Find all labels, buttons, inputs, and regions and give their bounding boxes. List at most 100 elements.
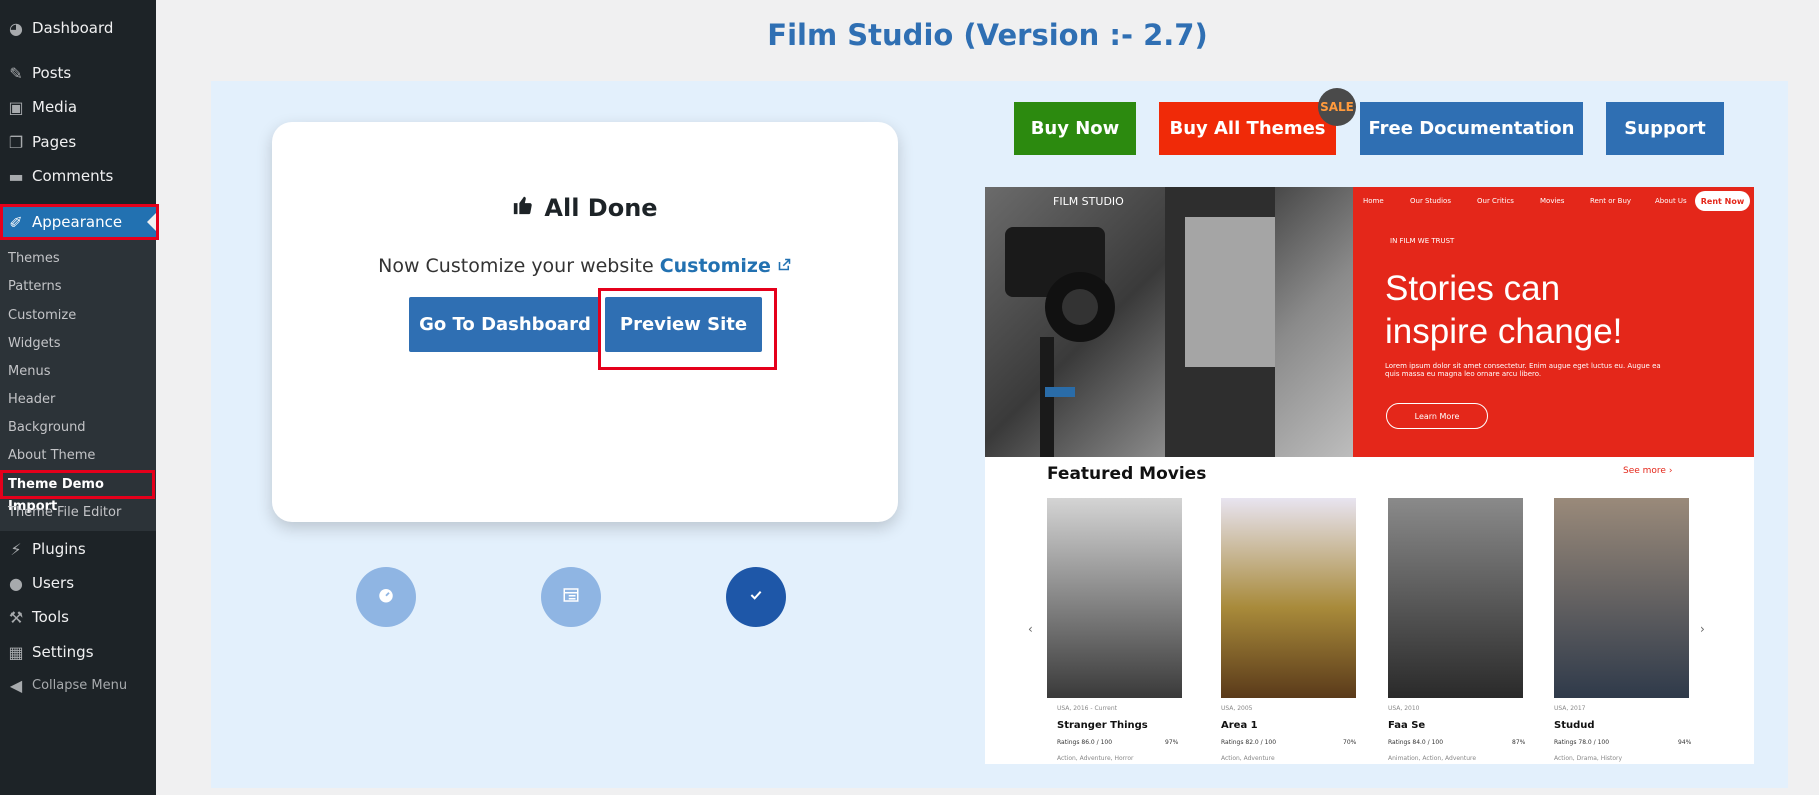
sidebar-item-posts[interactable]: ✎ Posts <box>0 56 156 90</box>
submenu-item-customize[interactable]: Customize <box>8 305 76 327</box>
free-documentation-button[interactable]: Free Documentation <box>1360 102 1583 155</box>
movie-title: Studud <box>1554 720 1595 731</box>
sidebar-item-settings[interactable]: ▦ Settings <box>0 635 156 669</box>
checkmark-icon <box>748 587 764 607</box>
submenu-item-header[interactable]: Header <box>8 389 55 411</box>
hero-camera-photo <box>985 187 1353 457</box>
sidebar-item-dashboard[interactable]: ◕ Dashboard <box>0 11 156 45</box>
movie-meta: USA, 2005 <box>1221 705 1253 712</box>
buy-all-themes-button[interactable]: Buy All Themes <box>1159 102 1336 155</box>
sidebar-item-label: Posts <box>32 64 72 82</box>
go-to-dashboard-button[interactable]: Go To Dashboard <box>409 297 601 352</box>
sale-badge: SALE <box>1318 88 1356 126</box>
submenu-item-themes[interactable]: Themes <box>8 248 60 270</box>
preview-brand: FILM STUDIO <box>1053 195 1124 208</box>
sidebar-item-comments[interactable]: ▬ Comments <box>0 159 156 193</box>
preview-learn-more: Learn More <box>1386 403 1488 429</box>
submenu-item-menus[interactable]: Menus <box>8 361 50 383</box>
layout-icon <box>562 586 580 608</box>
sidebar-item-media[interactable]: ▣ Media <box>0 90 156 124</box>
all-done-heading: All Done <box>544 194 658 222</box>
movie-poster <box>1388 498 1523 698</box>
movie-rating: Ratings 84.0 / 100 <box>1388 739 1444 746</box>
buy-now-button[interactable]: Buy Now <box>1014 102 1136 155</box>
chevron-right-icon: › <box>1700 622 1705 636</box>
sidebar-item-label: Pages <box>32 133 77 151</box>
customize-link[interactable]: Customize <box>660 255 771 277</box>
submenu-item-about-theme[interactable]: About Theme <box>8 445 95 467</box>
collapse-icon: ◀ <box>9 675 23 695</box>
gauge-icon <box>377 586 395 608</box>
preview-nav-critics: Our Critics <box>1477 197 1514 205</box>
wrench-icon: ⚒ <box>8 607 24 627</box>
sidebar-item-tools[interactable]: ⚒ Tools <box>0 600 156 634</box>
sidebar-item-pages[interactable]: ❐ Pages <box>0 125 156 159</box>
movie-genre: Action, Adventure <box>1221 755 1275 762</box>
movie-percent: 94% <box>1678 739 1692 746</box>
movie-poster <box>1221 498 1356 698</box>
movie-percent: 70% <box>1343 739 1357 746</box>
movie-title: Stranger Things <box>1057 720 1148 731</box>
sidebar-item-label: Tools <box>32 608 69 626</box>
highlight-appearance <box>0 204 159 240</box>
sidebar-item-label: Dashboard <box>32 19 114 37</box>
external-link-icon <box>777 255 792 277</box>
highlight-theme-demo-import <box>0 470 155 499</box>
movie-meta: USA, 2010 <box>1388 705 1420 712</box>
pages-icon: ❐ <box>8 132 24 152</box>
preview-see-more: See more › <box>1623 466 1673 476</box>
highlight-preview-site <box>598 288 777 370</box>
setup-complete-card: All Done Now Customize your website Cust… <box>272 122 898 522</box>
movie-rating: Ratings 82.0 / 100 <box>1221 739 1277 746</box>
dashboard-icon: ◕ <box>9 18 23 38</box>
user-icon: ● <box>9 573 23 593</box>
chevron-left-icon: ‹ <box>1028 622 1033 636</box>
card-title: All Done <box>272 194 898 222</box>
preview-see-more-label: See more <box>1623 466 1666 476</box>
admin-sidebar: ◕ Dashboard ✎ Posts ▣ Media ❐ Pages ▬ Co… <box>0 0 156 795</box>
preview-nav-studios: Our Studios <box>1410 197 1451 205</box>
sidebar-item-label: Plugins <box>32 540 86 558</box>
preview-tagline: IN FILM WE TRUST <box>1390 237 1455 245</box>
sidebar-item-label: Collapse Menu <box>32 677 128 693</box>
submenu-item-patterns[interactable]: Patterns <box>8 276 62 298</box>
movie-rating: Ratings 78.0 / 100 <box>1554 739 1610 746</box>
theme-preview-image: FILM STUDIO Home Our Studios Our Critics… <box>985 187 1754 764</box>
comment-icon: ▬ <box>8 166 24 186</box>
submenu-item-theme-file-editor[interactable]: Theme File Editor <box>8 502 121 524</box>
preview-hero-title: Stories can inspire change! <box>1385 269 1623 351</box>
pin-icon: ✎ <box>9 63 23 83</box>
movie-meta: USA, 2016 - Current <box>1057 705 1118 712</box>
movie-genre: Animation, Action, Adventure <box>1388 755 1477 762</box>
movie-title: Faa Se <box>1388 720 1426 731</box>
preview-rent-now: Rent Now <box>1695 191 1750 211</box>
support-button[interactable]: Support <box>1606 102 1724 155</box>
step-dashboard[interactable] <box>356 567 416 627</box>
plugin-icon: ⚡ <box>10 539 22 559</box>
step-layout[interactable] <box>541 567 601 627</box>
step-done[interactable] <box>726 567 786 627</box>
sidebar-item-plugins[interactable]: ⚡ Plugins <box>0 532 156 566</box>
page-title: Film Studio (Version :- 2.7) <box>767 18 1208 52</box>
sidebar-item-label: Users <box>32 574 75 592</box>
collapse-menu-button[interactable]: ◀ Collapse Menu <box>0 668 156 702</box>
sidebar-item-users[interactable]: ● Users <box>0 566 156 600</box>
customize-prompt-text: Now Customize your website <box>378 255 654 277</box>
sidebar-item-label: Settings <box>32 643 94 661</box>
movie-percent: 97% <box>1165 739 1179 746</box>
movie-title: Area 1 <box>1221 720 1258 731</box>
movie-genre: Action, Adventure, Horror <box>1057 755 1134 762</box>
movie-genre: Action, Drama, History <box>1554 755 1623 762</box>
settings-icon: ▦ <box>8 642 24 662</box>
movie-meta: USA, 2017 <box>1554 705 1586 712</box>
sidebar-item-label: Media <box>32 98 78 116</box>
submenu-item-background[interactable]: Background <box>8 417 86 439</box>
preview-featured-heading: Featured Movies <box>1047 464 1207 484</box>
preview-hero-text: Lorem ipsum dolor sit amet consectetur. … <box>1385 362 1661 378</box>
movie-percent: 87% <box>1512 739 1526 746</box>
customize-prompt: Now Customize your website Customize <box>272 255 898 277</box>
submenu-item-widgets[interactable]: Widgets <box>8 333 61 355</box>
preview-nav-rent: Rent or Buy <box>1590 197 1632 205</box>
sidebar-item-label: Comments <box>32 167 114 185</box>
preview-nav-movies: Movies <box>1540 197 1565 205</box>
